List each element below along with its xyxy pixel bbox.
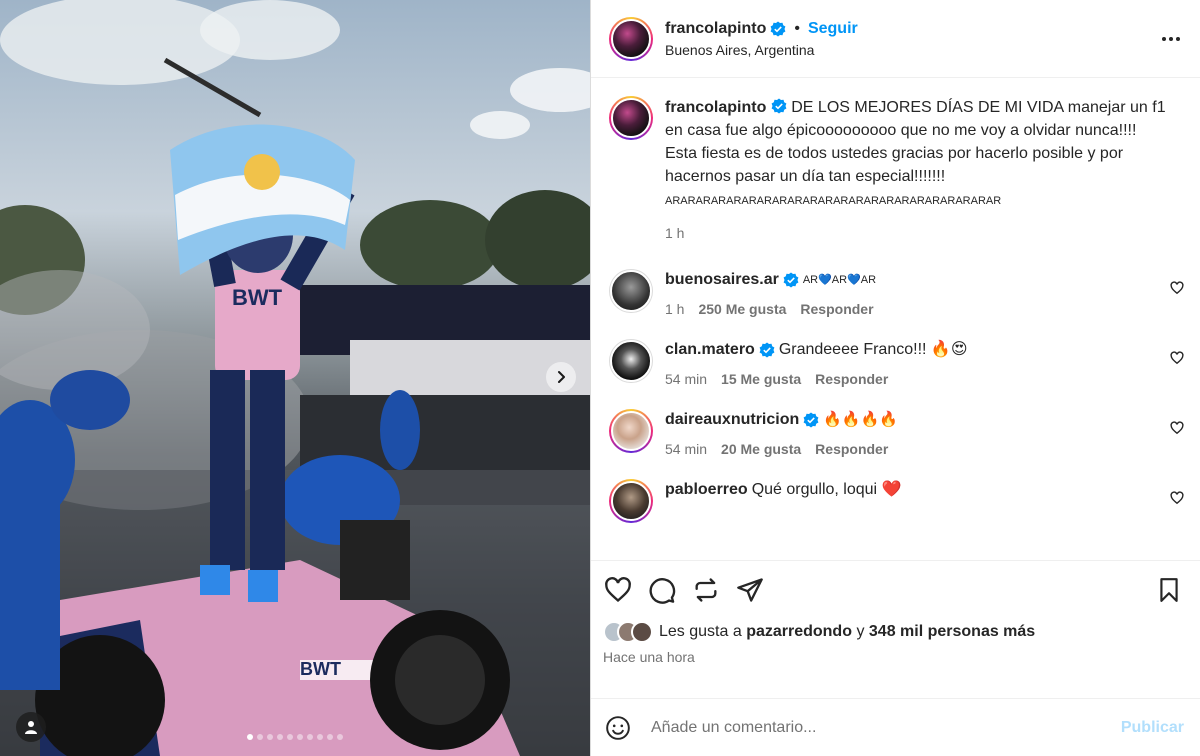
carousel-next-button[interactable] — [546, 362, 576, 392]
post-header: francolapinto • Seguir Buenos Aires, Arg… — [591, 0, 1200, 78]
comment-like-button[interactable] — [1170, 351, 1184, 370]
comment-username[interactable]: pabloerreo — [665, 479, 748, 501]
caption-time[interactable]: 1 h — [665, 225, 1175, 241]
comment-time[interactable]: 54 min — [665, 371, 707, 387]
comment-item: daireauxnutricion 🔥🔥🔥🔥 54 min 20 Me gust… — [609, 409, 1184, 457]
comment-like-button[interactable] — [1170, 281, 1184, 300]
carousel-dot — [267, 734, 273, 740]
verified-badge-icon — [803, 412, 819, 428]
comment-text: Qué orgullo, loqui ❤️ — [751, 481, 902, 498]
comment-avatar[interactable] — [609, 339, 653, 383]
comment-username[interactable]: buenosaires.ar — [665, 269, 779, 291]
caption-second-text: Esta fiesta es de todos ustedes gracias … — [665, 145, 1124, 185]
suit-logo-text: BWT — [232, 285, 283, 310]
carousel-indicator — [0, 734, 590, 740]
reply-button[interactable]: Responder — [815, 371, 888, 387]
heart-icon — [1170, 491, 1184, 505]
like-button[interactable] — [603, 575, 633, 605]
comment-item: pabloerreo Qué orgullo, loqui ❤️ — [609, 479, 1184, 523]
comment-text: 🔥🔥🔥🔥 — [823, 411, 898, 428]
comment-like-button[interactable] — [1170, 491, 1184, 510]
comment-likes[interactable]: 20 Me gusta — [721, 441, 801, 457]
share-button[interactable] — [735, 575, 765, 605]
comment-likes[interactable]: 250 Me gusta — [698, 301, 786, 317]
post-media[interactable]: BWT BWT — [0, 0, 590, 756]
post-location[interactable]: Buenos Aires, Argentina — [665, 42, 858, 58]
carousel-dot — [247, 734, 253, 740]
caption-avatar[interactable] — [609, 96, 653, 140]
comment-avatar[interactable] — [609, 269, 653, 313]
follow-button[interactable]: Seguir — [808, 20, 858, 38]
comment-username[interactable]: daireauxnutricion — [665, 409, 799, 431]
reply-button[interactable]: Responder — [815, 441, 888, 457]
likes-prefix: Les gusta a — [659, 623, 742, 640]
likes-others[interactable]: 348 mil personas más — [869, 623, 1035, 640]
author-avatar[interactable] — [609, 16, 653, 61]
caption: francolapinto DE LOS MEJORES DÍAS DE MI … — [609, 96, 1184, 241]
post-side-panel: francolapinto • Seguir Buenos Aires, Arg… — [590, 0, 1200, 756]
carousel-dot — [307, 734, 313, 740]
more-options-button[interactable] — [1160, 28, 1182, 55]
comment-avatar[interactable] — [609, 409, 653, 453]
carousel-dot — [297, 734, 303, 740]
comment-text: Grandeeee Franco!!! 🔥😍 — [778, 341, 968, 358]
post-actions: Les gusta a pazarredondo y 348 mil perso… — [591, 560, 1200, 698]
separator-dot: • — [794, 19, 800, 37]
bookmark-icon — [1160, 578, 1178, 602]
comment-button[interactable] — [647, 575, 677, 605]
carousel-dot — [287, 734, 293, 740]
comment-input[interactable] — [651, 718, 1121, 737]
carousel-dot — [327, 734, 333, 740]
reply-button[interactable]: Responder — [800, 301, 873, 317]
heart-icon — [605, 577, 631, 603]
publish-button[interactable]: Publicar — [1121, 719, 1184, 737]
heart-icon — [1170, 351, 1184, 365]
add-comment-bar: Publicar — [591, 698, 1200, 756]
comment-avatar[interactable] — [609, 479, 653, 523]
more-horizontal-icon — [1162, 37, 1180, 41]
caption-username[interactable]: francolapinto — [665, 99, 766, 116]
likes-joiner: y — [856, 623, 865, 640]
verified-badge-icon — [759, 342, 775, 358]
post-photo: BWT BWT — [0, 0, 590, 756]
paper-plane-icon — [737, 578, 763, 602]
carousel-dot — [337, 734, 343, 740]
comment-username[interactable]: clan.matero — [665, 339, 755, 361]
comment-item: buenosaires.ar AR💙AR💙AR 1 h 250 Me gusta… — [609, 269, 1184, 317]
comment-item: clan.matero Grandeeee Franco!!! 🔥😍 54 mi… — [609, 339, 1184, 387]
chevron-right-icon — [558, 371, 565, 383]
post-modal: BWT BWT francolapinto • Seguir Buenos Ai… — [0, 0, 1200, 756]
caption-text: francolapinto DE LOS MEJORES DÍAS DE MI … — [665, 96, 1175, 213]
verified-badge-icon — [771, 98, 787, 114]
comment-time[interactable]: 1 h — [665, 301, 684, 317]
comment-text: AR💙AR💙AR — [802, 274, 877, 286]
carousel-dot — [317, 734, 323, 740]
verified-badge-icon — [783, 272, 799, 288]
user-tag-icon — [25, 721, 37, 734]
carousel-dot — [257, 734, 263, 740]
emoji-button[interactable] — [603, 713, 633, 743]
liker-avatar[interactable] — [631, 621, 653, 643]
emoji-smile-icon — [606, 715, 630, 740]
heart-icon — [1170, 281, 1184, 295]
post-time[interactable]: Hace una hora — [601, 649, 1184, 665]
repost-icon — [695, 578, 717, 602]
heart-icon — [1170, 421, 1184, 435]
carousel-dot — [277, 734, 283, 740]
likes-summary: Les gusta a pazarredondo y 348 mil perso… — [601, 621, 1184, 643]
comment-likes[interactable]: 15 Me gusta — [721, 371, 801, 387]
comment-time[interactable]: 54 min — [665, 441, 707, 457]
author-username[interactable]: francolapinto — [665, 20, 766, 38]
save-button[interactable] — [1154, 575, 1184, 605]
comment-like-button[interactable] — [1170, 421, 1184, 440]
comment-icon — [649, 578, 676, 604]
caption-small-text: ARARARARARARARARARARARARARARARARARARARAR… — [665, 195, 1002, 207]
repost-button[interactable] — [691, 575, 721, 605]
car-logo-text: BWT — [300, 659, 341, 679]
verified-badge-icon — [770, 21, 786, 37]
comments-section: francolapinto DE LOS MEJORES DÍAS DE MI … — [591, 78, 1200, 560]
liker-username[interactable]: pazarredondo — [746, 623, 852, 640]
